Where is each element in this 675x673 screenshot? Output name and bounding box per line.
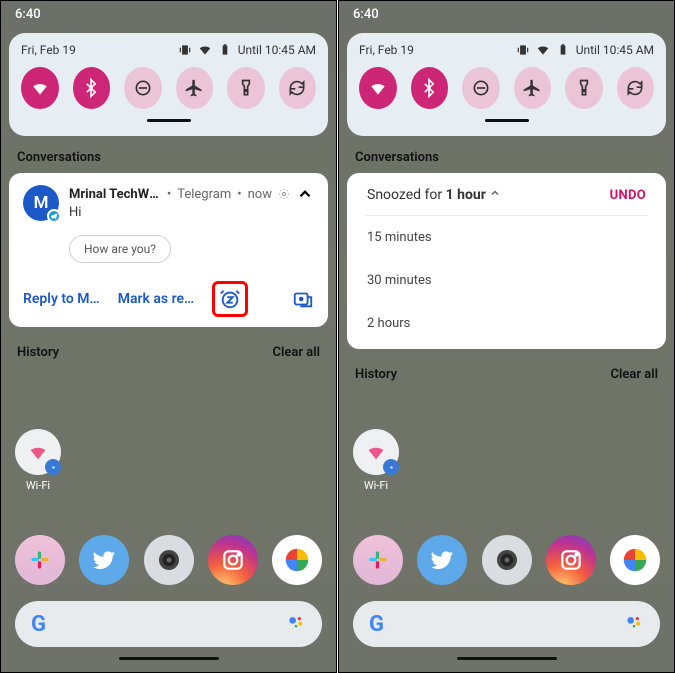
qs-toggle-wifi[interactable] [359, 67, 397, 109]
phone-left: 6:40 Fri, Feb 19 Until 10:45 AM Conversa… [0, 0, 337, 673]
vibrate-icon [516, 43, 530, 57]
suggested-reply-chip[interactable]: How are you? [69, 235, 171, 263]
notification-card[interactable]: M Mrinal TechWi… • Telegram • now Hi How… [9, 173, 328, 327]
app-photos[interactable] [272, 535, 322, 585]
assistant-icon[interactable] [286, 612, 306, 636]
app-photos[interactable] [610, 535, 660, 585]
clear-all-button[interactable]: Clear all [611, 367, 659, 382]
app-instagram[interactable] [546, 535, 596, 585]
qs-toggle-dnd[interactable] [462, 67, 500, 109]
action-mark-read[interactable]: Mark as re… [118, 291, 194, 307]
chevron-up-icon[interactable] [296, 185, 314, 203]
status-bar: 6:40 [1, 1, 336, 29]
section-history[interactable]: History [17, 345, 59, 360]
app-slack[interactable] [353, 535, 403, 585]
home-screen: Wi-Fi G [339, 429, 674, 672]
app-slack[interactable] [15, 535, 65, 585]
telegram-badge-icon [47, 209, 61, 223]
wifi-shortcut-label: Wi-Fi [15, 479, 61, 492]
assistant-icon[interactable] [624, 612, 644, 636]
qs-toggle-rotation[interactable] [279, 67, 317, 109]
notification-time: now [248, 187, 272, 202]
nav-pill[interactable] [457, 657, 557, 660]
battery-icon [556, 43, 570, 57]
wifi-status-icon [198, 43, 212, 57]
quick-settings-panel: Fri, Feb 19 Until 10:45 AM [347, 33, 666, 136]
google-logo-icon: G [31, 612, 46, 637]
google-search-bar[interactable]: G [15, 601, 322, 647]
qs-date: Fri, Feb 19 [21, 43, 76, 57]
qs-toggle-airplane[interactable] [176, 67, 214, 109]
bubble-pop-icon[interactable] [292, 288, 314, 310]
app-twitter[interactable] [79, 535, 129, 585]
app-camera[interactable] [482, 535, 532, 585]
notification-message: Hi [69, 205, 314, 220]
clear-all-button[interactable]: Clear all [273, 345, 321, 360]
gear-badge-icon [383, 459, 399, 475]
wifi-status-icon [536, 43, 550, 57]
home-screen: Wi-Fi G [1, 429, 336, 672]
avatar: M [23, 185, 59, 221]
wifi-settings-shortcut[interactable] [15, 429, 61, 475]
avatar-letter: M [34, 193, 49, 213]
battery-until-text: Until 10:45 AM [576, 43, 654, 57]
status-time: 6:40 [15, 7, 41, 22]
qs-toggle-bluetooth[interactable] [411, 67, 449, 109]
nav-pill[interactable] [119, 657, 219, 660]
qs-toggle-flashlight[interactable] [227, 67, 265, 109]
section-conversations: Conversations [339, 136, 674, 173]
undo-button[interactable]: UNDO [610, 188, 646, 203]
chevron-up-icon[interactable] [489, 187, 501, 199]
snooze-card: Snoozed for 1 hour UNDO 15 minutes 30 mi… [347, 173, 666, 349]
battery-icon [218, 43, 232, 57]
status-time: 6:40 [353, 7, 379, 22]
google-logo-icon: G [369, 612, 384, 637]
qs-date: Fri, Feb 19 [359, 43, 414, 57]
wifi-settings-shortcut[interactable] [353, 429, 399, 475]
notification-dot: • [237, 187, 241, 202]
qs-toggle-wifi[interactable] [21, 67, 59, 109]
qs-handle[interactable] [485, 119, 529, 122]
action-reply[interactable]: Reply to M… [23, 291, 100, 307]
app-twitter[interactable] [417, 535, 467, 585]
notification-sender: Mrinal TechWi… [69, 187, 161, 202]
status-bar: 6:40 [339, 1, 674, 29]
quick-settings-panel: Fri, Feb 19 Until 10:45 AM [9, 33, 328, 136]
qs-toggle-airplane[interactable] [514, 67, 552, 109]
snooze-icon[interactable] [219, 288, 241, 310]
app-camera[interactable] [144, 535, 194, 585]
snooze-text: Snoozed for 1 hour [367, 187, 501, 203]
vibrate-icon [178, 43, 192, 57]
gear-badge-icon [45, 459, 61, 475]
snooze-option[interactable]: 30 minutes [365, 259, 648, 302]
qs-toggle-rotation[interactable] [617, 67, 655, 109]
qs-toggle-dnd[interactable] [124, 67, 162, 109]
section-conversations: Conversations [1, 136, 336, 173]
wifi-shortcut-label: Wi-Fi [353, 479, 399, 492]
snooze-option[interactable]: 15 minutes [365, 216, 648, 259]
google-search-bar[interactable]: G [353, 601, 660, 647]
bubble-settings-icon[interactable] [278, 188, 290, 200]
section-history[interactable]: History [355, 367, 397, 382]
app-instagram[interactable] [208, 535, 258, 585]
qs-toggle-flashlight[interactable] [565, 67, 603, 109]
notification-dot: • [167, 187, 171, 202]
qs-toggle-bluetooth[interactable] [73, 67, 111, 109]
highlight-box [212, 281, 248, 317]
battery-until-text: Until 10:45 AM [238, 43, 316, 57]
phone-right: 6:40 Fri, Feb 19 Until 10:45 AM Conversa… [338, 0, 675, 673]
notification-app: Telegram [177, 187, 231, 202]
snooze-option[interactable]: 2 hours [365, 302, 648, 345]
qs-handle[interactable] [147, 119, 191, 122]
